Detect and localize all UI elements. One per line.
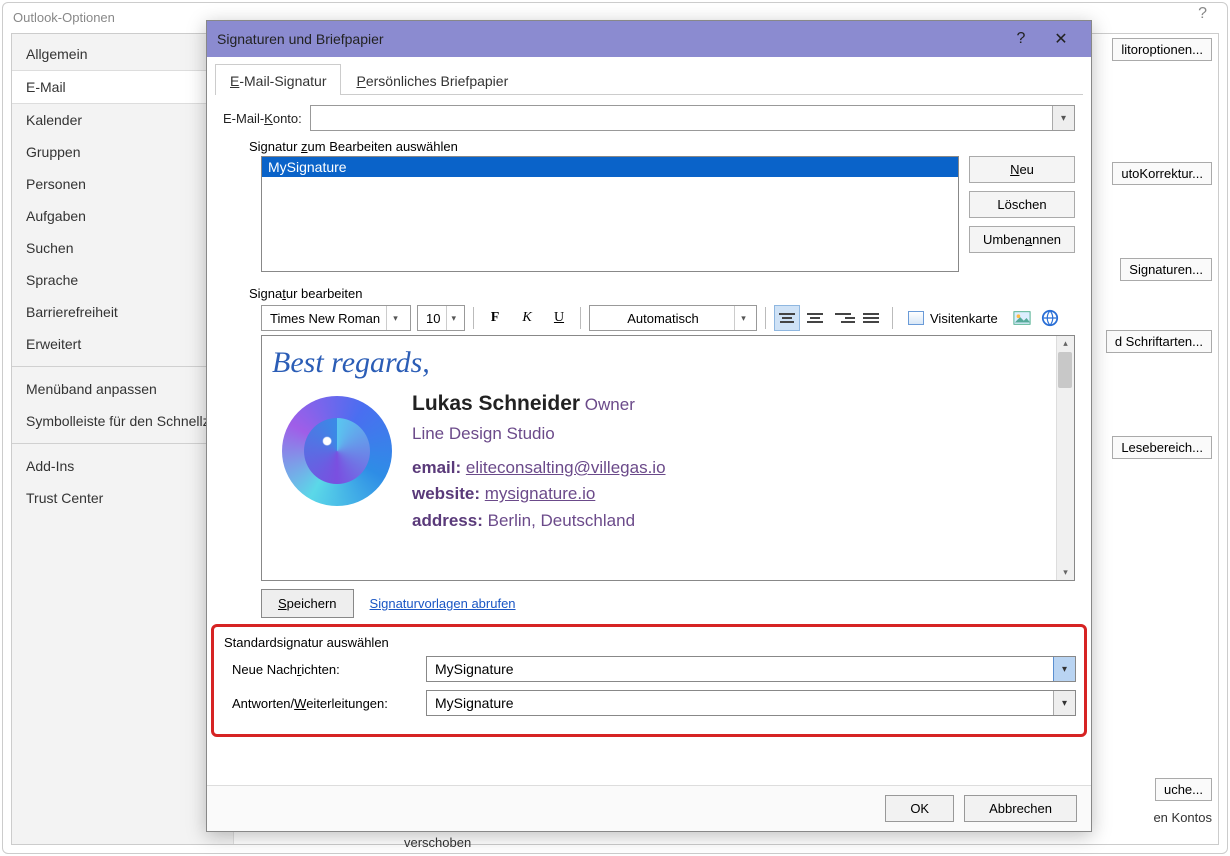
rename-button[interactable]: Umbenannen xyxy=(969,226,1075,253)
signature-list[interactable]: MySignature xyxy=(261,156,959,272)
nav-suchen[interactable]: Suchen xyxy=(12,232,233,264)
nav-addins[interactable]: Add-Ins xyxy=(12,450,233,482)
font-select-value: Times New Roman xyxy=(270,311,380,326)
italic-button[interactable]: K xyxy=(514,305,540,331)
nav-personen[interactable]: Personen xyxy=(12,168,233,200)
new-messages-select[interactable]: MySignature ▾ xyxy=(426,656,1076,682)
new-messages-value: MySignature xyxy=(435,661,514,677)
align-center-button[interactable] xyxy=(802,305,828,331)
signature-text-block: Lukas Schneider Owner Line Design Studio… xyxy=(412,388,666,534)
replies-forwards-value: MySignature xyxy=(435,695,514,711)
font-color-value: Automatisch xyxy=(598,311,728,326)
replies-forwards-select[interactable]: MySignature ▾ xyxy=(426,690,1076,716)
select-signature-edit-label: Signatur zum Bearbeiten auswählen xyxy=(249,139,1075,154)
font-size-value: 10 xyxy=(426,311,440,326)
website-label: website: xyxy=(412,484,480,503)
email-account-label: E-Mail-Konto: xyxy=(223,111,302,126)
chevron-down-icon: ▾ xyxy=(734,306,752,330)
signaturen-button[interactable]: Signaturen... xyxy=(1120,258,1212,281)
nav-trustcenter[interactable]: Trust Center xyxy=(12,482,233,514)
insert-link-button[interactable] xyxy=(1039,307,1061,329)
font-color-select[interactable]: Automatisch ▾ xyxy=(589,305,757,331)
nav-aufgaben[interactable]: Aufgaben xyxy=(12,200,233,232)
align-right-button[interactable] xyxy=(830,305,856,331)
bg-verschoben-text: verschoben xyxy=(404,835,471,850)
signatures-dialog: Signaturen und Briefpapier ? ✕ E-Mail-Si… xyxy=(206,20,1092,832)
dialog-close-icon[interactable]: ✕ xyxy=(1041,29,1081,49)
signature-editor[interactable]: ▴▾ Best regards, Lukas Schneider Owner L… xyxy=(261,335,1075,581)
underline-button[interactable]: U xyxy=(546,305,572,331)
font-select[interactable]: Times New Roman ▾ xyxy=(261,305,411,331)
save-button[interactable]: Speichern xyxy=(261,589,354,618)
signature-list-item[interactable]: MySignature xyxy=(262,157,958,177)
suche-button[interactable]: uche... xyxy=(1155,778,1212,801)
signature-name: Lukas Schneider xyxy=(412,392,580,415)
new-button[interactable]: Neu xyxy=(969,156,1075,183)
tab-email-signature[interactable]: E-Mail-Signatur xyxy=(215,64,341,95)
replies-forwards-label: Antworten/Weiterleitungen: xyxy=(232,696,416,711)
nav-gruppen[interactable]: Gruppen xyxy=(12,136,233,168)
dialog-footer: OK Abbrechen xyxy=(207,785,1091,831)
autokorrektur-button[interactable]: utoKorrektur... xyxy=(1112,162,1212,185)
new-messages-label: Neue Nachrichten: xyxy=(232,662,416,677)
bg-kontos-text: en Kontos xyxy=(1153,810,1212,825)
align-left-button[interactable] xyxy=(774,305,800,331)
nav-kalender[interactable]: Kalender xyxy=(12,104,233,136)
get-templates-link[interactable]: Signaturvorlagen abrufen xyxy=(370,596,516,611)
default-signature-highlight: Standardsignatur auswählen Neue Nachrich… xyxy=(211,624,1087,737)
editoroptionen-button[interactable]: litoroptionen... xyxy=(1112,38,1212,61)
nav-email[interactable]: E-Mail xyxy=(12,70,233,104)
dialog-body: E-Mail-Signatur Persönliches Briefpapier… xyxy=(207,57,1091,785)
signature-greeting: Best regards, xyxy=(272,346,1064,380)
signature-role: Owner xyxy=(585,395,635,414)
nav-allgemein[interactable]: Allgemein xyxy=(12,38,233,70)
default-signature-title: Standardsignatur auswählen xyxy=(224,635,1076,650)
address-value: Berlin, Deutschland xyxy=(488,511,635,530)
nav-menueband[interactable]: Menüband anpassen xyxy=(12,373,233,405)
website-link[interactable]: mysignature.io xyxy=(485,484,596,503)
align-justify-button[interactable] xyxy=(858,305,884,331)
dialog-titlebar: Signaturen und Briefpapier ? ✕ xyxy=(207,21,1091,57)
signature-company: Line Design Studio xyxy=(412,421,666,447)
cancel-button[interactable]: Abbrechen xyxy=(964,795,1077,822)
tab-briefpapier[interactable]: Persönliches Briefpapier xyxy=(341,64,523,95)
email-label: email: xyxy=(412,458,461,477)
editor-scrollbar[interactable]: ▴▾ xyxy=(1056,336,1074,580)
chevron-down-icon: ▾ xyxy=(1053,657,1075,681)
edit-signature-label: Signatur bearbeiten xyxy=(249,286,1075,301)
email-link[interactable]: eliteconsalting@villegas.io xyxy=(466,458,666,477)
outer-help-icon[interactable]: ? xyxy=(1198,5,1207,23)
chevron-down-icon: ▾ xyxy=(386,306,404,330)
nav-sprache[interactable]: Sprache xyxy=(12,264,233,296)
options-nav-sidebar: Allgemein E-Mail Kalender Gruppen Person… xyxy=(12,34,234,844)
delete-button[interactable]: Löschen xyxy=(969,191,1075,218)
schriftarten-button[interactable]: d Schriftarten... xyxy=(1106,330,1212,353)
vcard-icon xyxy=(908,311,924,325)
font-size-select[interactable]: 10 ▾ xyxy=(417,305,465,331)
vcard-label: Visitenkarte xyxy=(930,311,998,326)
lesebereich-button[interactable]: Lesebereich... xyxy=(1112,436,1212,459)
signature-logo xyxy=(282,396,392,506)
nav-symbolleiste[interactable]: Symbolleiste für den Schnellzugriff xyxy=(12,405,233,437)
business-card-button[interactable]: Visitenkarte xyxy=(901,308,1005,329)
chevron-down-icon: ▾ xyxy=(1052,106,1074,130)
chevron-down-icon: ▾ xyxy=(446,306,460,330)
nav-erweitert[interactable]: Erweitert xyxy=(12,328,233,360)
chevron-down-icon: ▾ xyxy=(1053,691,1075,715)
ok-button[interactable]: OK xyxy=(885,795,954,822)
nav-barrierefreiheit[interactable]: Barrierefreiheit xyxy=(12,296,233,328)
email-account-select[interactable]: ▾ xyxy=(310,105,1075,131)
dialog-tabs: E-Mail-Signatur Persönliches Briefpapier xyxy=(215,63,1083,95)
dialog-help-icon[interactable]: ? xyxy=(1001,30,1041,48)
dialog-title: Signaturen und Briefpapier xyxy=(217,31,384,47)
insert-image-button[interactable] xyxy=(1011,307,1033,329)
editor-toolbar: Times New Roman ▾ 10 ▾ F K U Automatisch ▾ xyxy=(261,305,1075,331)
address-label: address: xyxy=(412,511,483,530)
alignment-group xyxy=(774,305,884,331)
bold-button[interactable]: F xyxy=(482,305,508,331)
